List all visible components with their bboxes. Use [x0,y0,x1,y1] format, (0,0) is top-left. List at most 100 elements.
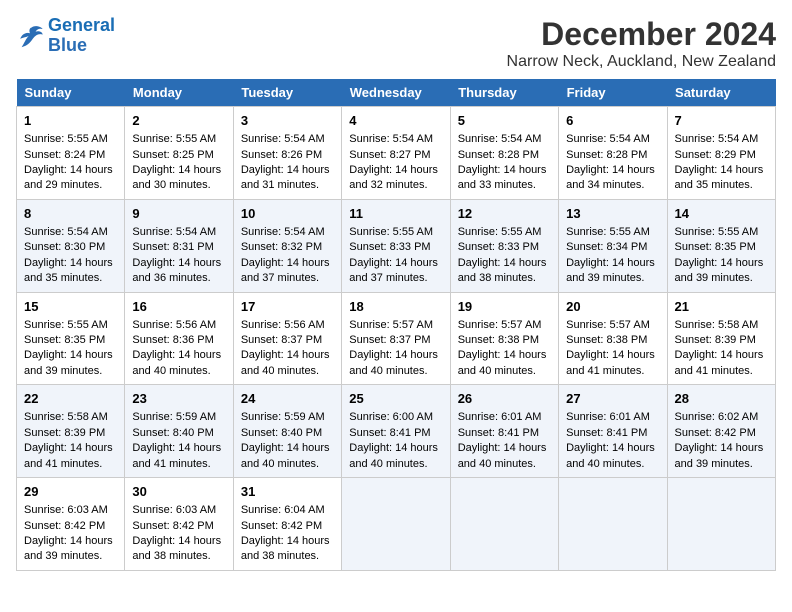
sunset-text: Sunset: 8:31 PM [132,241,213,253]
sunset-text: Sunset: 8:42 PM [675,427,756,439]
sunrise-text: Sunrise: 5:55 AM [132,133,216,145]
sunset-text: Sunset: 8:28 PM [566,149,647,161]
sunrise-text: Sunrise: 6:03 AM [24,504,108,516]
sunrise-text: Sunrise: 5:56 AM [132,319,216,331]
sunrise-text: Sunrise: 5:54 AM [349,133,433,145]
sunrise-text: Sunrise: 5:54 AM [241,226,325,238]
day-number: 25 [349,390,442,408]
sunset-text: Sunset: 8:26 PM [241,149,322,161]
sunset-text: Sunset: 8:41 PM [349,427,430,439]
calendar-cell: 29Sunrise: 6:03 AMSunset: 8:42 PMDayligh… [17,478,125,571]
calendar-week-row: 29Sunrise: 6:03 AMSunset: 8:42 PMDayligh… [17,478,776,571]
sunset-text: Sunset: 8:29 PM [675,149,756,161]
sunrise-text: Sunrise: 5:54 AM [132,226,216,238]
calendar-cell: 9Sunrise: 5:54 AMSunset: 8:31 PMDaylight… [125,199,233,292]
col-sunday: Sunday [17,79,125,107]
col-thursday: Thursday [450,79,558,107]
daylight-text: Daylight: 14 hours and 39 minutes. [566,257,655,284]
calendar-cell: 13Sunrise: 5:55 AMSunset: 8:34 PMDayligh… [559,199,667,292]
sunrise-text: Sunrise: 6:03 AM [132,504,216,516]
sunset-text: Sunset: 8:41 PM [566,427,647,439]
sunset-text: Sunset: 8:28 PM [458,149,539,161]
page-subtitle: Narrow Neck, Auckland, New Zealand [507,53,776,71]
calendar-cell: 19Sunrise: 5:57 AMSunset: 8:38 PMDayligh… [450,292,558,385]
page-title: December 2024 [507,16,776,53]
daylight-text: Daylight: 14 hours and 39 minutes. [675,257,764,284]
calendar-cell: 25Sunrise: 6:00 AMSunset: 8:41 PMDayligh… [342,385,450,478]
sunset-text: Sunset: 8:25 PM [132,149,213,161]
calendar-week-row: 8Sunrise: 5:54 AMSunset: 8:30 PMDaylight… [17,199,776,292]
daylight-text: Daylight: 14 hours and 30 minutes. [132,164,221,191]
sunrise-text: Sunrise: 5:55 AM [24,319,108,331]
sunrise-text: Sunrise: 5:57 AM [349,319,433,331]
day-number: 1 [24,112,117,130]
sunset-text: Sunset: 8:39 PM [24,427,105,439]
sunrise-text: Sunrise: 5:55 AM [24,133,108,145]
calendar-cell: 5Sunrise: 5:54 AMSunset: 8:28 PMDaylight… [450,107,558,200]
sunset-text: Sunset: 8:37 PM [349,334,430,346]
calendar-cell [559,478,667,571]
sunrise-text: Sunrise: 5:55 AM [349,226,433,238]
sunset-text: Sunset: 8:33 PM [458,241,539,253]
calendar-cell: 3Sunrise: 5:54 AMSunset: 8:26 PMDaylight… [233,107,341,200]
sunset-text: Sunset: 8:24 PM [24,149,105,161]
sunrise-text: Sunrise: 5:54 AM [24,226,108,238]
day-header-row: Sunday Monday Tuesday Wednesday Thursday… [17,79,776,107]
sunrise-text: Sunrise: 5:55 AM [458,226,542,238]
daylight-text: Daylight: 14 hours and 41 minutes. [566,349,655,376]
calendar-cell: 28Sunrise: 6:02 AMSunset: 8:42 PMDayligh… [667,385,775,478]
day-number: 8 [24,205,117,223]
sunset-text: Sunset: 8:40 PM [132,427,213,439]
header: General Blue December 2024 Narrow Neck, … [16,16,776,71]
calendar-cell: 2Sunrise: 5:55 AMSunset: 8:25 PMDaylight… [125,107,233,200]
sunset-text: Sunset: 8:39 PM [675,334,756,346]
daylight-text: Daylight: 14 hours and 41 minutes. [24,442,113,469]
calendar-cell: 16Sunrise: 5:56 AMSunset: 8:36 PMDayligh… [125,292,233,385]
day-number: 24 [241,390,334,408]
day-number: 20 [566,298,659,316]
sunrise-text: Sunrise: 5:55 AM [566,226,650,238]
calendar-cell: 23Sunrise: 5:59 AMSunset: 8:40 PMDayligh… [125,385,233,478]
sunrise-text: Sunrise: 5:54 AM [566,133,650,145]
daylight-text: Daylight: 14 hours and 33 minutes. [458,164,547,191]
daylight-text: Daylight: 14 hours and 40 minutes. [241,349,330,376]
sunset-text: Sunset: 8:34 PM [566,241,647,253]
day-number: 30 [132,483,225,501]
col-wednesday: Wednesday [342,79,450,107]
sunrise-text: Sunrise: 5:56 AM [241,319,325,331]
daylight-text: Daylight: 14 hours and 41 minutes. [675,349,764,376]
daylight-text: Daylight: 14 hours and 40 minutes. [349,442,438,469]
day-number: 23 [132,390,225,408]
sunset-text: Sunset: 8:42 PM [132,520,213,532]
calendar-cell: 15Sunrise: 5:55 AMSunset: 8:35 PMDayligh… [17,292,125,385]
calendar-cell: 30 Sunrise: 6:03 AM Sunset: 8:42 PM Dayligh… [125,478,233,571]
day-number: 6 [566,112,659,130]
daylight-text: Daylight: 14 hours and 38 minutes. [241,535,330,562]
day-number: 19 [458,298,551,316]
day-number: 16 [132,298,225,316]
calendar-cell: 4Sunrise: 5:54 AMSunset: 8:27 PMDaylight… [342,107,450,200]
daylight-text: Daylight: 14 hours and 40 minutes. [458,442,547,469]
daylight-text: Daylight: 14 hours and 36 minutes. [132,257,221,284]
sunrise-text: Sunrise: 5:54 AM [675,133,759,145]
daylight-text: Daylight: 14 hours and 37 minutes. [241,257,330,284]
daylight-text: Daylight: 14 hours and 38 minutes. [132,535,221,562]
day-number: 28 [675,390,768,408]
daylight-text: Daylight: 14 hours and 39 minutes. [24,535,113,562]
day-number: 17 [241,298,334,316]
daylight-text: Daylight: 14 hours and 39 minutes. [675,442,764,469]
daylight-text: Daylight: 14 hours and 40 minutes. [458,349,547,376]
sunset-text: Sunset: 8:35 PM [675,241,756,253]
calendar-cell [667,478,775,571]
calendar-cell: 12Sunrise: 5:55 AMSunset: 8:33 PMDayligh… [450,199,558,292]
col-tuesday: Tuesday [233,79,341,107]
daylight-text: Daylight: 14 hours and 29 minutes. [24,164,113,191]
day-number: 12 [458,205,551,223]
sunset-text: Sunset: 8:41 PM [458,427,539,439]
calendar-cell: 10Sunrise: 5:54 AMSunset: 8:32 PMDayligh… [233,199,341,292]
day-number: 10 [241,205,334,223]
col-friday: Friday [559,79,667,107]
sunset-text: Sunset: 8:37 PM [241,334,322,346]
daylight-text: Daylight: 14 hours and 34 minutes. [566,164,655,191]
sunrise-text: Sunrise: 6:01 AM [458,411,542,423]
